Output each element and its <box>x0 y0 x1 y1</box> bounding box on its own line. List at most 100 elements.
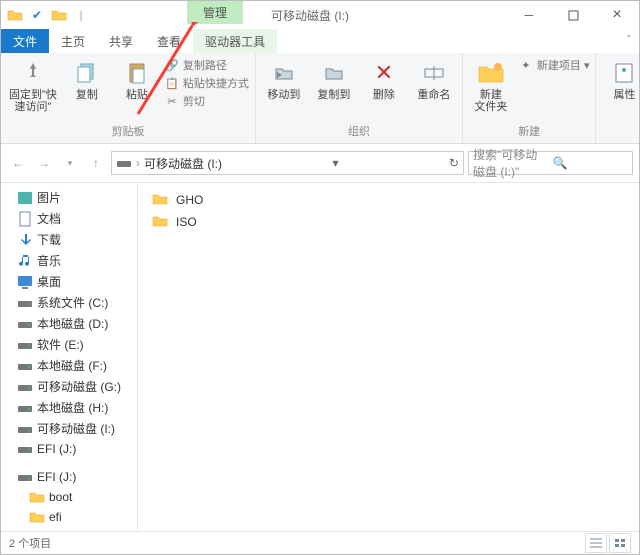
ribbon-collapse-icon[interactable]: ˆ <box>619 29 639 53</box>
rename-icon <box>420 59 448 87</box>
tab-share[interactable]: 共享 <box>97 29 145 53</box>
icons-view-button[interactable] <box>609 533 631 553</box>
tree-item[interactable]: 文档 <box>1 208 137 229</box>
move-to-button[interactable]: 移动到 <box>262 57 306 103</box>
tree-item[interactable]: 下载 <box>1 229 137 250</box>
nav-tree[interactable]: 图片文档下载音乐桌面系统文件 (C:) 本地磁盘 (D:) 软件 (E:) 本地磁盘 … <box>1 183 138 531</box>
tree-item[interactable]: EFI (J:) <box>1 467 137 487</box>
paste-icon <box>123 59 151 87</box>
ribbon-group-organize: 移动到 复制到 ✕删除 重命名 组织 <box>256 53 463 143</box>
tree-item[interactable]: 本地磁盘 (F:) <box>1 355 137 376</box>
back-button[interactable]: ← <box>7 152 29 174</box>
drive-icon <box>116 155 132 171</box>
paste-button[interactable]: 粘贴 <box>115 57 159 103</box>
copy-icon <box>73 59 101 87</box>
address-bar: ← → ▾ ↑ › 可移动磁盘 (I:) ▾ ↻ 搜索"可移动磁盘 (I:)" … <box>1 144 639 183</box>
new-item-button[interactable]: ✦新建项目 ▾ <box>519 57 590 73</box>
tree-item[interactable]: 本地磁盘 (D:) <box>1 313 137 334</box>
details-view-button[interactable] <box>585 533 607 553</box>
copy-button[interactable]: 复制 <box>65 57 109 103</box>
pictures-icon <box>17 190 33 206</box>
folder-icon[interactable] <box>5 5 25 25</box>
titlebar: ✔ | 管理 可移动磁盘 (I:) ─ × <box>1 1 639 29</box>
drive-icon <box>17 441 33 457</box>
folder-icon <box>29 509 45 525</box>
status-text: 2 个项目 <box>9 535 51 551</box>
file-item[interactable]: ISO <box>148 211 629 233</box>
tree-item-label: EFI (J:) <box>37 442 76 456</box>
ribbon-group-clipboard: 固定到"快 速访问" 复制 粘贴 🔗复制路径 📋粘贴快捷方式 ✂剪切 剪贴板 <box>1 53 256 143</box>
maximize-button[interactable] <box>551 1 595 29</box>
new-group-label: 新建 <box>518 123 540 141</box>
new-folder-button[interactable]: 新建 文件夹 <box>469 57 513 115</box>
search-box[interactable]: 搜索"可移动磁盘 (I:)" 🔍 <box>468 151 633 175</box>
clipboard-group-label: 剪贴板 <box>111 123 144 141</box>
tree-item-label: 可移动磁盘 (G:) <box>37 378 121 395</box>
copy-path-button[interactable]: 🔗复制路径 <box>165 57 249 73</box>
tree-item-label: 下载 <box>37 231 61 248</box>
qat-check-icon[interactable]: ✔ <box>27 5 47 25</box>
documents-icon <box>17 211 33 227</box>
tree-item-label: 可移动磁盘 (I:) <box>37 420 115 437</box>
rename-button[interactable]: 重命名 <box>412 57 456 103</box>
drive-icon <box>17 358 33 374</box>
move-icon <box>270 59 298 87</box>
ribbon-tabs: 文件 主页 共享 查看 驱动器工具 ˆ <box>1 29 639 53</box>
up-button[interactable]: ↑ <box>85 152 107 174</box>
tree-item[interactable]: 可移动磁盘 (G:) <box>1 376 137 397</box>
refresh-icon[interactable]: ↻ <box>449 156 459 170</box>
ribbon-group-open: 属性 📂打开 ▾ ✎编辑 🕓历史记录 打开 <box>596 53 640 143</box>
tree-item-label: 软件 (E:) <box>37 336 84 353</box>
minimize-button[interactable]: ─ <box>507 1 551 29</box>
properties-icon <box>610 59 638 87</box>
forward-button[interactable]: → <box>33 152 55 174</box>
tree-item[interactable]: 可移动磁盘 (I:) <box>1 418 137 439</box>
tab-file[interactable]: 文件 <box>1 29 49 53</box>
delete-icon: ✕ <box>370 59 398 87</box>
file-name: ISO <box>176 215 197 229</box>
file-item[interactable]: GHO <box>148 189 629 211</box>
pin-button[interactable]: 固定到"快 速访问" <box>7 57 59 115</box>
tree-item-label: 文档 <box>37 210 61 227</box>
tree-item[interactable]: efi <box>1 507 137 527</box>
tree-item[interactable]: 软件 (E:) <box>1 334 137 355</box>
search-icon: 🔍 <box>553 156 629 170</box>
window-title: 可移动磁盘 (I:) <box>271 7 349 24</box>
tree-item-label: efi <box>49 510 62 524</box>
context-tab-manage[interactable]: 管理 <box>187 1 243 24</box>
drive-icon <box>17 400 33 416</box>
cut-button[interactable]: ✂剪切 <box>165 93 249 109</box>
qat-separator: | <box>71 5 91 25</box>
tree-item[interactable]: EFI (J:) <box>1 439 137 459</box>
folder-icon <box>152 213 170 231</box>
file-name: GHO <box>176 193 203 207</box>
tree-item[interactable]: 本地磁盘 (H:) <box>1 397 137 418</box>
tree-item[interactable]: 系统文件 (C:) <box>1 292 137 313</box>
tree-item-label: 本地磁盘 (H:) <box>37 399 108 416</box>
status-bar: 2 个项目 <box>1 531 639 554</box>
tree-item[interactable]: boot <box>1 487 137 507</box>
tree-item-label: 系统文件 (C:) <box>37 294 108 311</box>
tab-view[interactable]: 查看 <box>145 29 193 53</box>
link-icon: 🔗 <box>165 58 179 72</box>
file-list[interactable]: GHO ISO <box>138 183 639 531</box>
tree-item[interactable]: 图片 <box>1 187 137 208</box>
recent-button[interactable]: ▾ <box>59 152 81 174</box>
location-text: 可移动磁盘 (I:) <box>144 155 222 172</box>
delete-button[interactable]: ✕删除 <box>362 57 406 103</box>
new-folder-icon <box>477 59 505 87</box>
tree-item-label: 图片 <box>37 189 61 206</box>
properties-button[interactable]: 属性 <box>602 57 640 103</box>
close-button[interactable]: × <box>595 1 639 29</box>
tab-home[interactable]: 主页 <box>49 29 97 53</box>
paste-shortcut-button[interactable]: 📋粘贴快捷方式 <box>165 75 249 91</box>
qat-folder-icon[interactable] <box>49 5 69 25</box>
downloads-icon <box>17 232 33 248</box>
tree-item[interactable]: 桌面 <box>1 271 137 292</box>
address-field[interactable]: › 可移动磁盘 (I:) ▾ ↻ <box>111 151 464 175</box>
copy-to-button[interactable]: 复制到 <box>312 57 356 103</box>
tab-drive-tools[interactable]: 驱动器工具 <box>193 29 277 53</box>
dropdown-icon[interactable]: ▾ <box>332 156 338 170</box>
tree-item[interactable]: 音乐 <box>1 250 137 271</box>
music-icon <box>17 253 33 269</box>
